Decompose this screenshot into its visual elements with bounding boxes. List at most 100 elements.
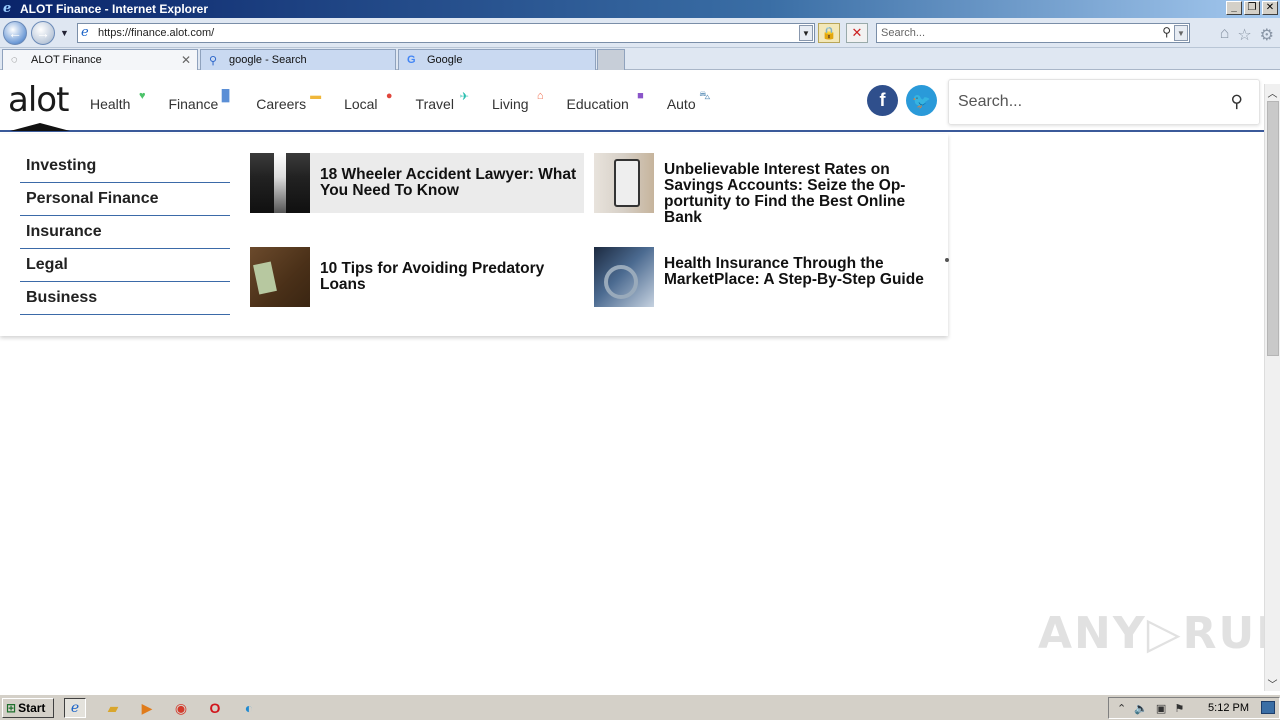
forward-button[interactable]: → <box>31 21 55 45</box>
book-icon: ■ <box>637 90 644 102</box>
nav-label: Local <box>344 96 378 112</box>
scroll-down-icon[interactable]: ﹀ <box>1265 675 1280 691</box>
edge-icon: ◐ <box>244 700 254 716</box>
category-list: Investing Personal Finance Insurance Leg… <box>20 150 230 315</box>
start-label: Start <box>18 701 46 715</box>
nav-auto[interactable]: Auto ⛍ <box>666 90 711 112</box>
article-title[interactable]: 18 Wheeler Accident Lawyer: What You Nee… <box>320 167 584 213</box>
tab-label: Google <box>427 54 463 66</box>
article-thumbnail[interactable] <box>250 247 310 307</box>
clock[interactable]: 5:12 PM <box>1208 702 1249 714</box>
windows-taskbar: ⊞ Start e ▰ ▶ ◉ O ◐ ⌃ 🔈 ▣ ⚑ 5:12 PM <box>0 694 1280 720</box>
tab-bar: ◌ ALOT Finance ✕ ⚲ google - Search G Goo… <box>0 48 1280 70</box>
article-card[interactable]: 10 Tips for Avoiding Predatory Loans <box>250 247 584 307</box>
site-nav: Health ♥ Finance ▐▌ Careers ▬ Local ● Tr… <box>90 71 734 131</box>
search-icon[interactable]: ⚲ <box>1162 25 1171 39</box>
nav-label: Auto <box>666 96 696 112</box>
lock-icon[interactable]: 🔒 <box>818 23 840 43</box>
nav-label: Health <box>90 96 131 112</box>
search-icon: ⚲ <box>209 54 218 67</box>
chrome-icon: ◉ <box>174 699 188 716</box>
site-search-placeholder: Search... <box>958 93 1023 110</box>
category-insurance[interactable]: Insurance <box>20 216 230 249</box>
search-icon[interactable]: ⚲ <box>1231 92 1243 112</box>
site-search-input[interactable]: Search... ⚲ <box>948 79 1260 125</box>
finance-dropdown-menu: Investing Personal Finance Insurance Leg… <box>0 134 949 336</box>
address-url: https://finance.alot.com/ <box>98 27 215 39</box>
minimize-button[interactable]: _ <box>1226 1 1242 15</box>
article-thumbnail[interactable] <box>594 247 654 307</box>
article-card[interactable]: Unbelievable Interest Rates on Savings A… <box>594 153 924 226</box>
search-dropdown-icon[interactable]: ▼ <box>1174 25 1188 41</box>
nav-label: Finance <box>168 96 219 112</box>
taskbar-chrome[interactable]: ◉ <box>170 698 192 718</box>
nav-local[interactable]: Local ● <box>344 90 392 112</box>
nav-education[interactable]: Education ■ <box>567 90 644 112</box>
nav-living[interactable]: Living ⌂ <box>491 90 544 112</box>
article-title[interactable]: Health Insurance Through the MarketPlace… <box>664 256 924 307</box>
taskbar-edge[interactable]: ◐ <box>238 698 260 718</box>
airplane-icon: ✈ <box>459 91 469 103</box>
stop-button[interactable]: ✕ <box>846 23 868 43</box>
taskbar-opera[interactable]: O <box>204 698 226 718</box>
car-icon: ⛍ <box>699 90 711 102</box>
tab-google[interactable]: G Google <box>398 49 596 70</box>
start-button[interactable]: ⊞ Start <box>2 698 54 718</box>
category-business[interactable]: Business <box>20 282 230 315</box>
settings-gear-icon[interactable]: ⚙ <box>1260 25 1274 45</box>
internet-explorer-icon: e <box>3 1 12 16</box>
restore-button[interactable]: ❐ <box>1244 1 1260 15</box>
back-button[interactable]: ← <box>3 21 27 45</box>
window-title: ALOT Finance - Internet Explorer <box>20 2 209 16</box>
favorites-star-icon[interactable]: ☆ <box>1237 25 1251 45</box>
twitter-button[interactable]: 🐦 <box>906 85 937 116</box>
network-icon[interactable]: ▣ <box>1156 702 1166 715</box>
home-icon: ⌂ <box>536 90 544 102</box>
tray-expand-icon[interactable]: ⌃ <box>1117 702 1126 715</box>
nav-finance[interactable]: Finance ▐▌ <box>168 90 233 112</box>
tab-google-search[interactable]: ⚲ google - Search <box>200 49 396 70</box>
address-bar[interactable]: e https://finance.alot.com/ ▼ <box>77 23 815 43</box>
nav-label: Living <box>491 96 529 112</box>
history-dropdown-icon[interactable]: ▼ <box>60 28 69 38</box>
window-titlebar: e ALOT Finance - Internet Explorer _ ❐ ✕ <box>0 0 1280 18</box>
nav-label: Travel <box>415 96 454 112</box>
action-center-flag-icon[interactable]: ⚑ <box>1174 702 1184 715</box>
article-title[interactable]: 10 Tips for Avoiding Predatory Loans <box>320 261 584 307</box>
category-personal-finance[interactable]: Personal Finance <box>20 183 230 216</box>
system-tray: ⌃ 🔈 ▣ ⚑ 5:12 PM <box>1108 697 1280 719</box>
article-card[interactable]: 18 Wheeler Accident Lawyer: What You Nee… <box>250 153 584 213</box>
vertical-scrollbar[interactable]: ︿ ﹀ <box>1264 84 1280 691</box>
close-tab-icon[interactable]: ✕ <box>181 53 191 67</box>
nav-health[interactable]: Health ♥ <box>90 90 145 112</box>
article-title[interactable]: Unbelievable Interest Rates on Savings A… <box>664 162 924 226</box>
tab-label: google - Search <box>229 54 307 66</box>
windows-flag-icon: ⊞ <box>6 701 17 715</box>
article-thumbnail[interactable] <box>594 153 654 213</box>
alot-logo[interactable]: alot <box>8 83 69 117</box>
tab-alot-finance[interactable]: ◌ ALOT Finance ✕ <box>2 49 198 70</box>
taskbar-media-player[interactable]: ▶ <box>136 698 158 718</box>
article-thumbnail[interactable] <box>250 153 310 213</box>
article-card[interactable]: Health Insurance Through the MarketPlace… <box>594 247 924 307</box>
category-legal[interactable]: Legal <box>20 249 230 282</box>
show-desktop-icon[interactable] <box>1261 701 1275 714</box>
scroll-up-icon[interactable]: ︿ <box>1265 84 1280 100</box>
home-icon[interactable]: ⌂ <box>1220 25 1230 45</box>
taskbar-internet-explorer[interactable]: e <box>64 698 86 718</box>
page-icon: e <box>81 25 89 40</box>
tab-label: ALOT Finance <box>31 54 102 66</box>
web-page: alot Health ♥ Finance ▐▌ Careers ▬ Local… <box>0 71 1280 691</box>
address-dropdown-icon[interactable]: ▼ <box>799 25 813 41</box>
facebook-button[interactable]: f <box>867 85 898 116</box>
close-window-button[interactable]: ✕ <box>1262 1 1278 15</box>
volume-icon[interactable]: 🔈 <box>1134 702 1148 715</box>
loading-spinner-icon: ◌ <box>11 54 18 66</box>
nav-careers[interactable]: Careers ▬ <box>256 90 321 112</box>
scrollbar-thumb[interactable] <box>1267 101 1279 356</box>
new-tab-button[interactable] <box>597 49 625 70</box>
nav-travel[interactable]: Travel ✈ <box>415 90 469 112</box>
category-investing[interactable]: Investing <box>20 150 230 183</box>
taskbar-explorer[interactable]: ▰ <box>102 698 124 718</box>
browser-search-input[interactable]: Search... ⚲ ▼ <box>876 23 1190 43</box>
